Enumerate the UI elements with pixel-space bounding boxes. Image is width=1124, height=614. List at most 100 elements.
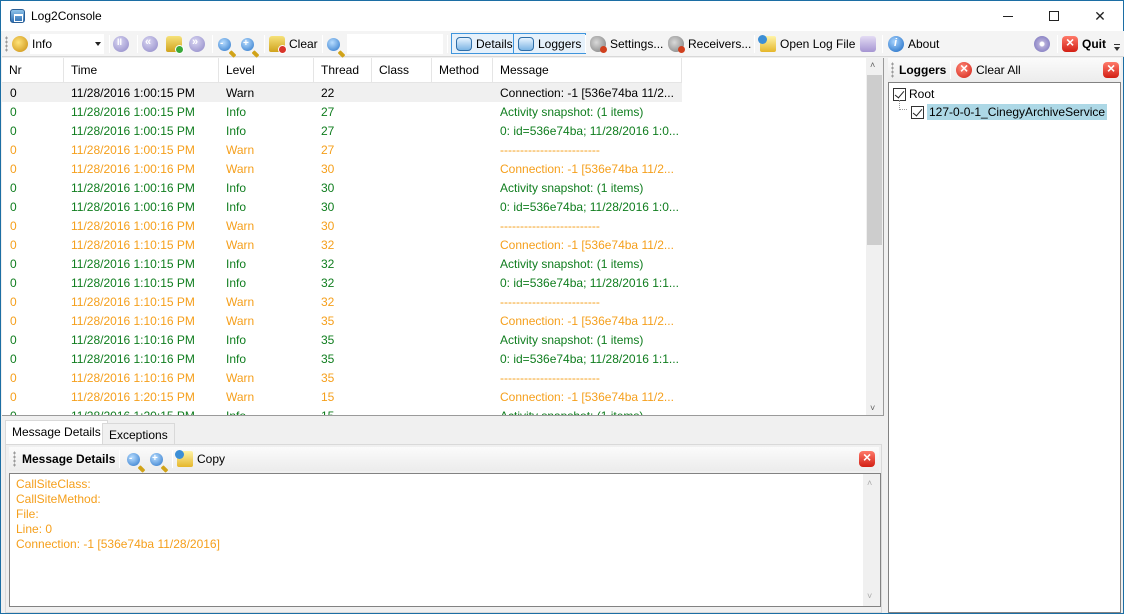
chevron-down-icon	[95, 42, 101, 46]
quit-button[interactable]: Quit	[1062, 34, 1106, 54]
cell-time: 11/28/2016 1:00:15 PM	[71, 124, 195, 138]
table-row[interactable]: 0 11/28/2016 1:10:15 PM Info 32 Activity sna…	[2, 254, 682, 273]
minimize-button[interactable]	[985, 1, 1031, 31]
detail-line: CallSiteMethod:	[16, 492, 101, 506]
clear-button[interactable]: Clear	[269, 34, 318, 54]
table-row[interactable]: 0 11/28/2016 1:10:15 PM Warn 32 Connection: …	[2, 235, 682, 254]
details-toggle-button[interactable]: Details	[451, 33, 518, 54]
scroll-thumb[interactable]	[867, 75, 882, 245]
column-header-time[interactable]: Time	[64, 58, 219, 83]
cell-time: 11/28/2016 1:20:15 PM	[71, 390, 195, 404]
maximize-button[interactable]	[1031, 1, 1077, 31]
table-row[interactable]: 0 11/28/2016 1:00:15 PM Info 27 0: id=536e74…	[2, 121, 682, 140]
table-row[interactable]: 0 11/28/2016 1:00:16 PM Warn 30 Connection: …	[2, 159, 682, 178]
search-input[interactable]	[347, 34, 443, 54]
cell-message: Activity snapshot: (1 items)	[500, 105, 644, 119]
details-zoom-out-button[interactable]: -	[127, 449, 140, 469]
settings-button[interactable]: Settings...	[590, 34, 663, 54]
cell-level: Warn	[226, 390, 255, 404]
message-details-text[interactable]: CallSiteClass: CallSiteMethod: File: Lin…	[9, 473, 881, 607]
column-header-nr[interactable]: Nr	[2, 58, 64, 83]
zoom-out-button[interactable]: -	[218, 34, 231, 54]
clear-all-icon	[956, 60, 972, 78]
goto-first-button[interactable]	[166, 34, 184, 54]
wrench-icon	[668, 36, 685, 53]
scroll-down-icon[interactable]: ˅	[870, 403, 875, 413]
scroll-up-icon[interactable]: ˄	[867, 476, 872, 491]
loggers-toggle-button[interactable]: Loggers	[513, 33, 587, 54]
pause-button[interactable]	[113, 34, 129, 54]
cell-nr: 0	[10, 200, 17, 214]
table-row[interactable]: 0 11/28/2016 1:00:16 PM Info 30 0: id=536e74…	[2, 197, 682, 216]
toolbar-grip[interactable]	[891, 62, 894, 78]
cell-message: Activity snapshot: (1 items)	[500, 257, 644, 271]
clear-all-button[interactable]: Clear All	[956, 60, 1021, 80]
close-details-button[interactable]	[859, 449, 875, 469]
tab-message-details[interactable]: Message Details	[5, 420, 108, 444]
cell-message: Connection: -1 [536e74ba 11/2...	[500, 390, 674, 404]
table-row[interactable]: 0 11/28/2016 1:10:16 PM Info 35 Activity sna…	[2, 330, 682, 349]
scroll-up-icon[interactable]: ˄	[870, 60, 875, 70]
log-grid[interactable]: Nr Time Level Thread Class Method Messag…	[2, 58, 884, 416]
previous-log-button[interactable]	[142, 34, 158, 54]
column-header-method[interactable]: Method	[432, 58, 493, 83]
tree-node-logger[interactable]: 127-0-0-1_CinegyArchiveService	[911, 103, 1108, 121]
table-row[interactable]: 0 11/28/2016 1:10:15 PM Warn 32 ------------…	[2, 292, 682, 311]
close-loggers-button[interactable]	[1103, 60, 1119, 80]
close-button[interactable]: ✕	[1077, 1, 1123, 31]
loggers-title: Loggers	[899, 63, 947, 77]
cell-time: 11/28/2016 1:00:16 PM	[71, 162, 195, 176]
receivers-label: Receivers...	[688, 37, 752, 51]
table-row[interactable]: 0 11/28/2016 1:20:15 PM Info 15 Activity sna…	[2, 406, 682, 415]
tab-exceptions[interactable]: Exceptions	[102, 423, 175, 444]
window-button[interactable]	[860, 34, 876, 54]
zoom-out-icon: -	[127, 452, 140, 466]
details-scrollbar[interactable]: ˄ ˅	[863, 474, 880, 606]
scroll-down-icon[interactable]: ˅	[867, 589, 872, 604]
next-log-button[interactable]	[189, 34, 205, 54]
cell-message: Connection: -1 [536e74ba 11/2...	[500, 314, 674, 328]
disc-button[interactable]	[1034, 34, 1050, 54]
zoom-in-button[interactable]: +	[241, 34, 254, 54]
wrench-icon	[590, 36, 607, 53]
table-row[interactable]: 0 11/28/2016 1:00:16 PM Warn 30 ------------…	[2, 216, 682, 235]
cell-thread: 35	[321, 352, 335, 366]
table-row[interactable]: 0 11/28/2016 1:10:16 PM Warn 35 Connection: …	[2, 311, 682, 330]
cell-nr: 0	[10, 314, 17, 328]
table-row[interactable]: 0 11/28/2016 1:00:16 PM Info 30 Activity sna…	[2, 178, 682, 197]
table-row[interactable]: 0 11/28/2016 1:00:15 PM Warn 22 Connection: …	[2, 83, 682, 102]
table-row[interactable]: 0 11/28/2016 1:10:15 PM Info 32 0: id=536e74…	[2, 273, 682, 292]
log-grid-scrollbar[interactable]: ˄ ˅	[866, 58, 883, 415]
open-log-file-button[interactable]: Open Log File	[758, 34, 855, 54]
toolbar-separator	[137, 35, 138, 53]
close-icon	[859, 449, 875, 467]
details-zoom-in-button[interactable]: +	[150, 449, 163, 469]
copy-button[interactable]: Copy	[175, 449, 225, 469]
toolbar-separator	[172, 450, 173, 468]
about-button[interactable]: About	[888, 34, 939, 54]
table-row[interactable]: 0 11/28/2016 1:00:15 PM Info 27 Activity sna…	[2, 102, 682, 121]
toolbar-overflow-button[interactable]	[1113, 44, 1121, 54]
table-row[interactable]: 0 11/28/2016 1:10:16 PM Warn 35 ------------…	[2, 368, 682, 387]
cell-thread: 22	[321, 86, 335, 100]
cell-message: Connection: -1 [536e74ba 11/2...	[500, 238, 674, 252]
toolbar-grip[interactable]	[5, 36, 8, 52]
toolbar-separator	[1057, 35, 1058, 53]
level-dropdown[interactable]: Info	[30, 34, 104, 54]
receivers-button[interactable]: Receivers...	[668, 34, 751, 54]
column-header-thread[interactable]: Thread	[314, 58, 372, 83]
cell-thread: 35	[321, 371, 335, 385]
toolbar-separator	[882, 35, 883, 53]
panel-icon	[456, 36, 472, 51]
table-row[interactable]: 0 11/28/2016 1:10:16 PM Info 35 0: id=536e74…	[2, 349, 682, 368]
table-row[interactable]: 0 11/28/2016 1:00:15 PM Warn 27 ------------…	[2, 140, 682, 159]
cell-level: Warn	[226, 371, 255, 385]
log-rows: 0 11/28/2016 1:00:15 PM Warn 22 Connection: …	[2, 83, 866, 415]
checkbox-logger[interactable]	[911, 105, 924, 119]
table-row[interactable]: 0 11/28/2016 1:20:15 PM Warn 15 Connection: …	[2, 387, 682, 406]
column-header-message[interactable]: Message	[493, 58, 682, 83]
toolbar-grip[interactable]	[13, 451, 16, 467]
checkbox-root[interactable]	[893, 87, 906, 101]
column-header-level[interactable]: Level	[219, 58, 314, 83]
column-header-class[interactable]: Class	[372, 58, 432, 83]
